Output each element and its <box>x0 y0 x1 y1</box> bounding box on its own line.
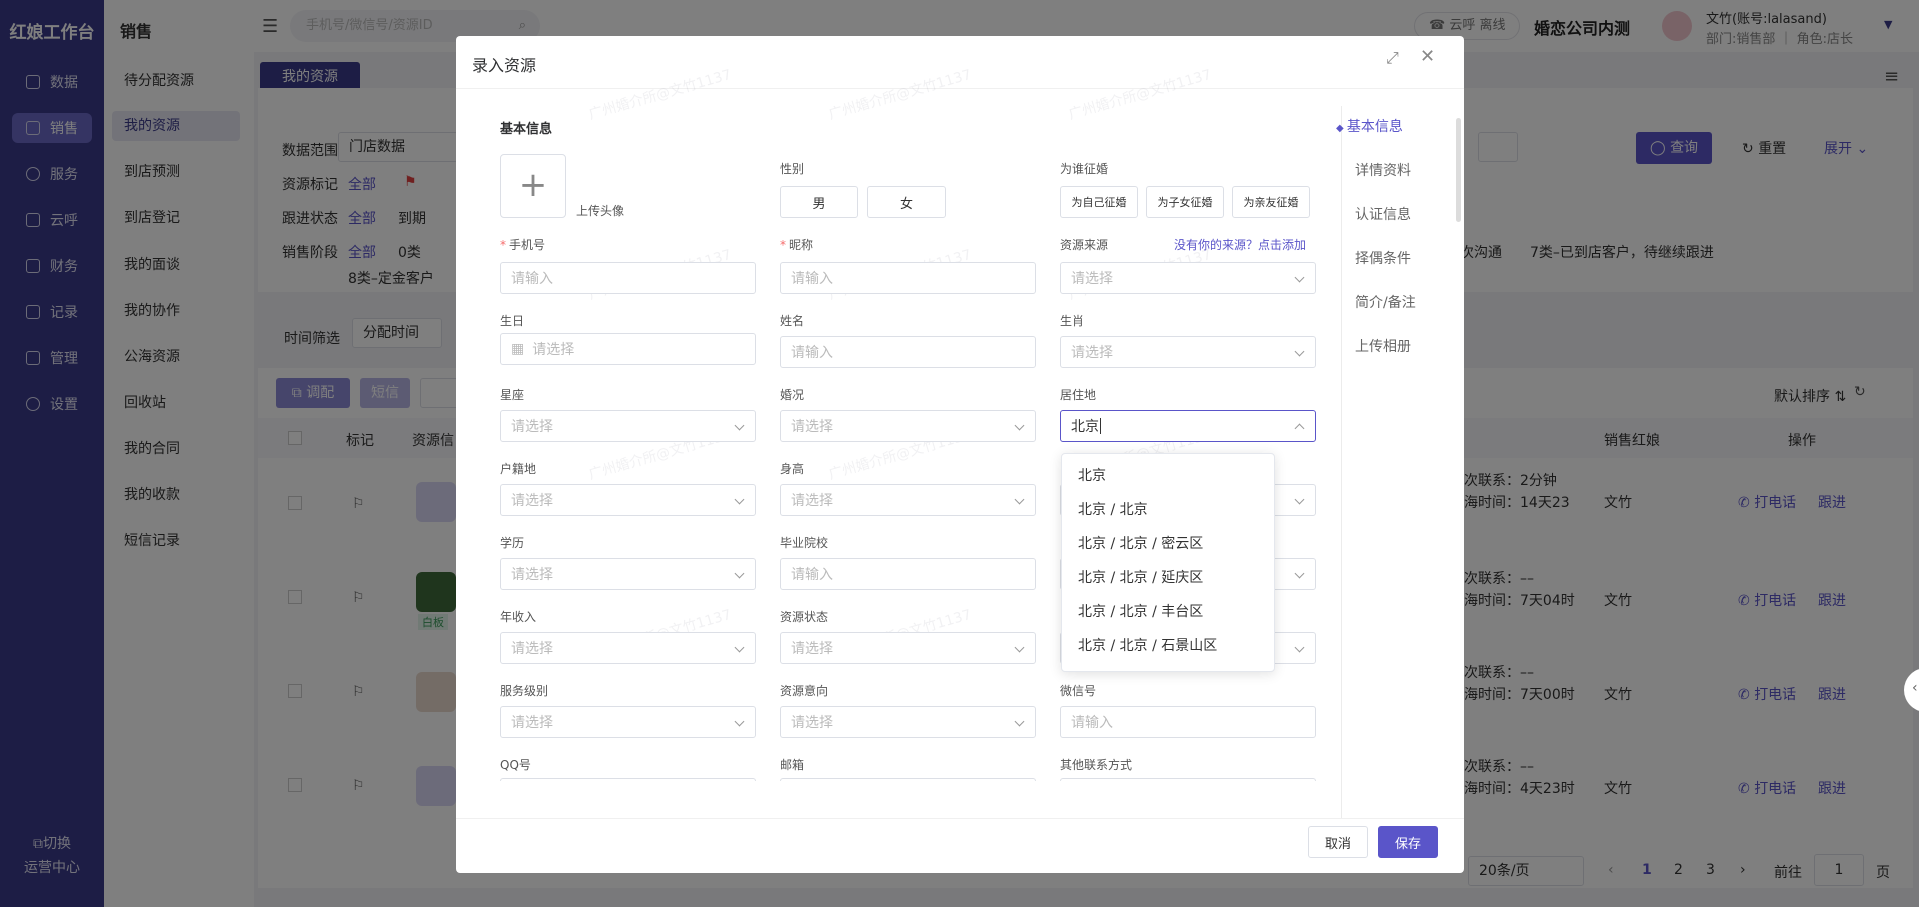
section-basic-info: 基本信息 <box>500 122 553 137</box>
add-source-link[interactable]: 没有你的来源？点击添加 <box>1174 236 1306 253</box>
close-icon[interactable]: ✕ <box>1420 46 1435 67</box>
zodiac-select[interactable]: 请选择 <box>1060 336 1316 368</box>
phone-input[interactable]: 请输入 <box>500 262 756 294</box>
chevron-down-icon <box>734 716 745 727</box>
chevron-up-icon <box>1294 423 1305 434</box>
modal-scrollbar[interactable] <box>1456 118 1461 222</box>
residence-cascader[interactable]: 北京 <box>1060 410 1316 442</box>
school-input[interactable]: 请输入 <box>780 558 1036 590</box>
intent-select[interactable]: 请选择 <box>780 706 1036 738</box>
cancel-button[interactable]: 取消 <box>1308 826 1368 858</box>
option-yanqing[interactable]: 北京 / 北京 / 延庆区 <box>1078 567 1203 587</box>
upload-avatar-label: 上传头像 <box>576 204 625 218</box>
anchor-partner-criteria[interactable]: 择偶条件 <box>1355 248 1411 268</box>
chevron-down-icon <box>1014 420 1025 431</box>
calendar-icon: ▦ <box>511 341 525 357</box>
diamond-icon: ◆ <box>1336 123 1347 134</box>
anchor-intro-notes[interactable]: 简介/备注 <box>1355 292 1416 312</box>
zodiac-label: 生肖 <box>1060 314 1085 328</box>
chevron-down-icon <box>1294 272 1305 283</box>
anchor-details[interactable]: 详情资料 <box>1355 160 1411 180</box>
height-label: 身高 <box>780 462 805 476</box>
add-resource-dialog: 录入资源 ⤢ ✕ 广州婚介所@文竹1137 广州婚介所@文竹1137 广州婚介所… <box>456 36 1464 873</box>
service-level-label: 服务级别 <box>500 684 549 698</box>
school-label: 毕业院校 <box>780 536 829 550</box>
intent-label: 资源意向 <box>780 684 829 698</box>
option-beijing-beijing[interactable]: 北京 / 北京 <box>1078 499 1148 519</box>
phone-label: * 手机号 <box>500 238 546 252</box>
service-level-select[interactable]: 请选择 <box>500 706 756 738</box>
height-select[interactable]: 请选择 <box>780 484 1036 516</box>
nickname-input[interactable]: 请输入 <box>780 262 1036 294</box>
source-label: 资源来源 <box>1060 238 1109 252</box>
hukou-label: 户籍地 <box>500 462 537 476</box>
resource-status-select[interactable]: 请选择 <box>780 632 1036 664</box>
chevron-down-icon <box>1014 494 1025 505</box>
qq-input[interactable] <box>500 778 756 781</box>
birthday-picker[interactable]: ▦ 请选择 <box>500 333 756 365</box>
resource-status-label: 资源状态 <box>780 610 829 624</box>
option-shijingshan[interactable]: 北京 / 北京 / 石景山区 <box>1078 635 1217 655</box>
chevron-down-icon <box>1014 642 1025 653</box>
option-fengtai[interactable]: 北京 / 北京 / 丰台区 <box>1078 601 1203 621</box>
chevron-down-icon <box>734 642 745 653</box>
gender-male-button[interactable]: 男 <box>780 186 858 218</box>
chevron-down-icon <box>734 568 745 579</box>
plus-icon: + <box>518 165 548 205</box>
nickname-label: * 昵称 <box>780 238 814 252</box>
name-label: 姓名 <box>780 314 805 328</box>
dialog-divider <box>456 88 1464 89</box>
marriage-for-relative-button[interactable]: 为亲友征婚 <box>1232 186 1310 218</box>
anchor-upload-album[interactable]: 上传相册 <box>1355 336 1411 356</box>
option-miyun[interactable]: 北京 / 北京 / 密云区 <box>1078 533 1203 553</box>
constellation-label: 星座 <box>500 388 525 402</box>
residence-dropdown: 北京 北京 / 北京 北京 / 北京 / 密云区 北京 / 北京 / 延庆区 北… <box>1061 453 1275 672</box>
form-clip-area <box>456 778 1341 818</box>
gender-label: 性别 <box>780 162 805 176</box>
chevron-down-icon <box>1294 642 1305 653</box>
text-caret <box>1100 418 1101 434</box>
other-contact-label: 其他联系方式 <box>1060 758 1133 772</box>
marriage-for-child-button[interactable]: 为子女征婚 <box>1146 186 1224 218</box>
watermark: 广州婚介所@文竹1137 <box>826 66 974 123</box>
watermark: 广州婚介所@文竹1137 <box>1066 66 1214 123</box>
education-label: 学历 <box>500 536 525 550</box>
qq-label: QQ号 <box>500 758 531 772</box>
option-beijing[interactable]: 北京 <box>1078 465 1106 485</box>
chevron-down-icon <box>1294 346 1305 357</box>
chevron-down-icon <box>734 494 745 505</box>
marital-select[interactable]: 请选择 <box>780 410 1036 442</box>
email-input[interactable] <box>780 778 1036 781</box>
email-label: 邮箱 <box>780 758 805 772</box>
source-select[interactable]: 请选择 <box>1060 262 1316 294</box>
other-contact-input[interactable] <box>1060 778 1316 781</box>
chevron-down-icon <box>1294 494 1305 505</box>
gender-female-button[interactable]: 女 <box>867 186 946 218</box>
nav-divider <box>1341 106 1342 818</box>
hukou-select[interactable]: 请选择 <box>500 484 756 516</box>
marriage-for-self-button[interactable]: 为自己征婚 <box>1060 186 1138 218</box>
residence-label: 居住地 <box>1060 388 1097 402</box>
name-input[interactable]: 请输入 <box>780 336 1036 368</box>
education-select[interactable]: 请选择 <box>500 558 756 590</box>
income-select[interactable]: 请选择 <box>500 632 756 664</box>
marriage-for-label: 为谁征婚 <box>1060 162 1109 176</box>
anchor-basic-info[interactable]: ◆ 基本信息 <box>1336 116 1403 136</box>
chevron-down-icon <box>1014 716 1025 727</box>
upload-avatar-button[interactable]: + <box>500 154 566 218</box>
save-button[interactable]: 保存 <box>1378 826 1438 858</box>
dialog-title: 录入资源 <box>472 56 537 75</box>
wechat-input[interactable]: 请输入 <box>1060 706 1316 738</box>
income-label: 年收入 <box>500 610 537 624</box>
chevron-down-icon <box>1294 568 1305 579</box>
anchor-verification[interactable]: 认证信息 <box>1355 204 1411 224</box>
chevron-down-icon <box>734 420 745 431</box>
watermark: 广州婚介所@文竹1137 <box>586 66 734 123</box>
footer-divider <box>456 818 1464 819</box>
birthday-label: 生日 <box>500 314 525 328</box>
wechat-label: 微信号 <box>1060 684 1097 698</box>
marital-label: 婚况 <box>780 388 805 402</box>
constellation-select[interactable]: 请选择 <box>500 410 756 442</box>
fullscreen-icon[interactable]: ⤢ <box>1386 48 1399 68</box>
